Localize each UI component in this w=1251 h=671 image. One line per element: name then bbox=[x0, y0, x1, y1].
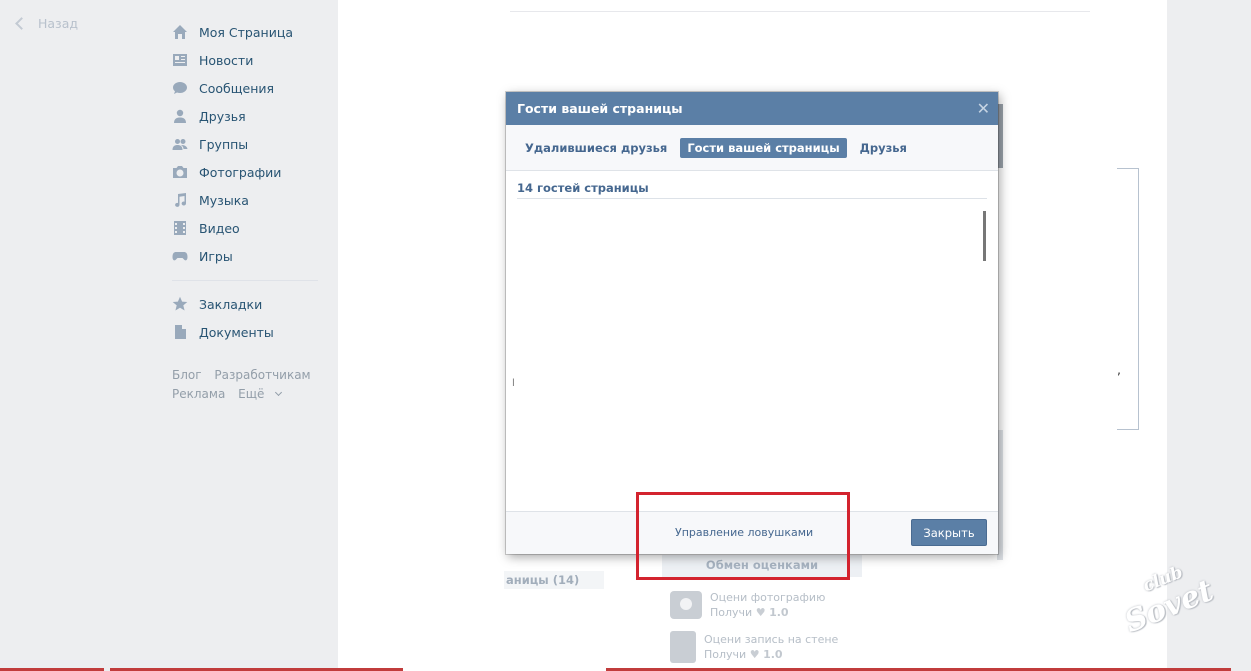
modal-tabs: Удалившиеся друзья Гости вашей страницы … bbox=[506, 125, 998, 171]
rate-post-value: 1.0 bbox=[763, 648, 783, 661]
menu-item-label: Новости bbox=[199, 52, 254, 68]
menu-item-bookmarks[interactable]: Закладки bbox=[172, 290, 318, 318]
menu-item-label: Закладки bbox=[199, 296, 263, 312]
background-section-label: аницы (14) bbox=[504, 571, 604, 589]
heart-icon: ♥ bbox=[755, 606, 766, 619]
menu-item-documents[interactable]: Документы bbox=[172, 318, 318, 346]
footer-links: Блог Разработчикам Реклама Ещё bbox=[172, 366, 320, 404]
footer-link-developers[interactable]: Разработчикам bbox=[214, 368, 310, 382]
rate-photo-title: Оцени фотографию bbox=[710, 591, 826, 604]
rate-photo-value: 1.0 bbox=[769, 606, 789, 619]
heart-icon: ♥ bbox=[749, 648, 760, 661]
footer-link-ads[interactable]: Реклама bbox=[172, 387, 225, 401]
video-icon bbox=[172, 220, 188, 236]
rate-post-get: Получи bbox=[704, 648, 747, 661]
rate-photo-item[interactable]: Оцени фотографию Получи ♥ 1.0 bbox=[670, 590, 825, 620]
close-icon[interactable]: ✕ bbox=[977, 92, 990, 125]
footer-link-more[interactable]: Ещё bbox=[238, 387, 283, 401]
footer-link-more-label: Ещё bbox=[238, 387, 265, 401]
menu-item-photos[interactable]: Фотографии bbox=[172, 158, 318, 186]
tab-page-guests[interactable]: Гости вашей страницы bbox=[680, 137, 847, 158]
menu-item-label: Игры bbox=[199, 248, 233, 264]
menu-item-label: Друзья bbox=[199, 108, 246, 124]
chevron-left-icon bbox=[15, 17, 28, 30]
news-icon bbox=[172, 52, 188, 68]
rate-photo-get: Получи bbox=[710, 606, 753, 619]
back-label: Назад bbox=[38, 16, 79, 31]
music-icon bbox=[172, 192, 188, 208]
stray-glyph: l bbox=[512, 378, 515, 389]
gamepad-icon bbox=[172, 248, 188, 264]
menu-item-label: Видео bbox=[199, 220, 240, 236]
menu-item-news[interactable]: Новости bbox=[172, 46, 318, 74]
rate-post-title: Оцени запись на стене bbox=[704, 633, 839, 646]
messages-icon bbox=[172, 80, 188, 96]
document-icon bbox=[670, 631, 696, 663]
modal-title: Гости вашей страницы bbox=[517, 101, 683, 116]
camera-icon bbox=[670, 591, 702, 619]
chevron-down-icon bbox=[275, 388, 283, 397]
tab-friends[interactable]: Друзья bbox=[853, 138, 914, 158]
menu-item-music[interactable]: Музыка bbox=[172, 186, 318, 214]
menu-item-label: Моя Страница bbox=[199, 24, 293, 40]
friends-icon bbox=[172, 108, 188, 124]
menu-item-label: Сообщения bbox=[199, 80, 275, 96]
divider bbox=[510, 11, 1090, 12]
menu-divider bbox=[172, 280, 318, 281]
background-comma: , bbox=[1117, 362, 1121, 377]
modal-header: Гости вашей страницы ✕ bbox=[506, 92, 998, 125]
tab-deleted-friends[interactable]: Удалившиеся друзья bbox=[518, 138, 674, 158]
home-icon bbox=[172, 24, 188, 40]
footer-link-blog[interactable]: Блог bbox=[172, 368, 202, 382]
background-card bbox=[1117, 168, 1139, 430]
menu-item-games[interactable]: Игры bbox=[172, 242, 318, 270]
menu-item-groups[interactable]: Группы bbox=[172, 130, 318, 158]
menu-item-label: Фотографии bbox=[199, 164, 282, 180]
menu-item-label: Группы bbox=[199, 136, 249, 152]
left-menu: Моя Страница Новости Сообщения Друзья Гр… bbox=[172, 18, 318, 346]
menu-item-video[interactable]: Видео bbox=[172, 214, 318, 242]
star-icon bbox=[172, 296, 188, 312]
rate-post-item[interactable]: Оцени запись на стене Получи ♥ 1.0 bbox=[670, 631, 838, 663]
menu-item-friends[interactable]: Друзья bbox=[172, 102, 318, 130]
menu-item-messages[interactable]: Сообщения bbox=[172, 74, 318, 102]
back-link[interactable]: Назад bbox=[14, 16, 78, 31]
document-icon bbox=[172, 324, 188, 340]
scrollbar[interactable] bbox=[983, 211, 986, 261]
red-highlight-box bbox=[636, 492, 850, 580]
guests-modal: Гости вашей страницы ✕ Удалившиеся друзь… bbox=[506, 92, 998, 554]
guests-count: 14 гостей страницы bbox=[517, 181, 987, 199]
groups-icon bbox=[172, 136, 188, 152]
menu-item-my-page[interactable]: Моя Страница bbox=[172, 18, 318, 46]
close-button[interactable]: Закрыть bbox=[911, 519, 987, 546]
menu-item-label: Документы bbox=[199, 324, 274, 340]
camera-icon bbox=[172, 164, 188, 180]
menu-item-label: Музыка bbox=[199, 192, 249, 208]
